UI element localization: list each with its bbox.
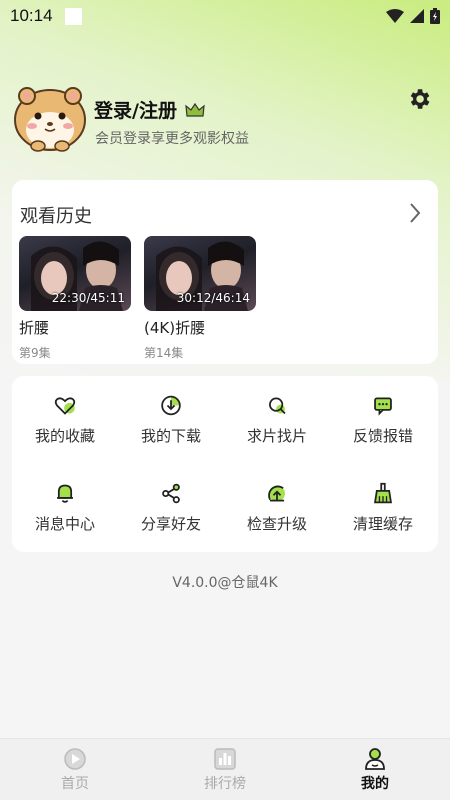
menu-label: 我的收藏 [34,427,95,445]
menu-label: 消息中心 [34,515,95,533]
broom-icon [374,482,392,504]
battery-icon [430,8,440,24]
menu-label: 求片找片 [246,427,307,445]
tab-ranking[interactable]: 排行榜 [150,739,300,800]
menu-label: 清理缓存 [352,515,413,533]
hamster-avatar[interactable] [12,80,88,154]
login-register-link[interactable]: 登录/注册 [94,96,205,123]
heart-icon [54,397,76,415]
tab-mine[interactable]: 我的 [300,739,450,800]
menu-item-messages[interactable]: 消息中心 [12,464,118,534]
menu-item-favorites[interactable]: 我的收藏 [12,376,118,446]
tab-home[interactable]: 首页 [0,739,150,800]
ranking-icon [214,747,236,770]
menu-label: 检查升级 [246,515,307,533]
profile-icon [365,747,385,770]
history-item[interactable]: 30:12/46:14 (4K)折腰 第14集 [144,236,256,361]
status-time: 10:14 [10,6,53,25]
menu-item-downloads[interactable]: 我的下载 [118,376,224,446]
video-title: (4K)折腰 [144,319,206,337]
episode-label: 第9集 [19,346,51,360]
upgrade-icon [268,485,285,502]
crown-icon [185,102,205,117]
history-item[interactable]: 22:30/45:11 折腰 第9集 [19,236,131,361]
menu-item-upgrade[interactable]: 检查升级 [224,464,330,534]
menu-label: 我的下载 [140,427,201,445]
chevron-right-icon[interactable] [408,202,422,224]
menu-label: 反馈报错 [352,427,413,445]
episode-label: 第14集 [144,346,184,360]
login-subtitle: 会员登录享更多观影权益 [95,131,249,147]
menu-item-feedback[interactable]: 反馈报错 [330,376,436,446]
history-title: 观看历史 [20,206,92,227]
app-version: V4.0.0@仓鼠4K [172,575,278,591]
menu-item-share[interactable]: 分享好友 [118,464,224,534]
tab-label: 我的 [361,775,389,792]
menu-label: 分享好友 [140,515,201,533]
menu-grid-card: 我的收藏 我的下载 求片找片 反馈报错 消息中心 分享好友 检查升级 清理缓存 [12,376,438,552]
signal-icon [410,9,424,23]
wifi-icon [386,9,404,23]
progress-time: 30:12/46:14 [176,291,250,305]
feedback-icon [374,397,392,416]
menu-item-request[interactable]: 求片找片 [224,376,330,446]
search-icon [269,397,286,415]
tab-label: 首页 [61,775,89,792]
status-bar: 10:14 [0,0,450,32]
settings-gear-icon[interactable] [406,86,432,112]
video-thumbnail[interactable]: 22:30/45:11 [19,236,131,311]
notification-icon [64,7,82,25]
watch-history-card: 观看历史 22:30/45:11 折腰 第9集 30:12/46:14 (4K)… [12,180,438,364]
share-icon [162,483,180,504]
tab-label: 排行榜 [204,775,246,792]
bottom-tab-bar: 首页 排行榜 我的 [0,738,450,800]
login-title-text: 登录/注册 [94,100,177,122]
video-thumbnail[interactable]: 30:12/46:14 [144,236,256,311]
video-title: 折腰 [19,319,50,337]
progress-time: 22:30/45:11 [51,291,125,305]
profile-section: 登录/注册 会员登录享更多观影权益 [12,80,438,160]
home-icon [64,747,86,770]
bell-icon [57,484,73,503]
menu-item-clear-cache[interactable]: 清理缓存 [330,464,436,534]
download-icon [161,395,181,416]
status-icons [386,8,440,24]
